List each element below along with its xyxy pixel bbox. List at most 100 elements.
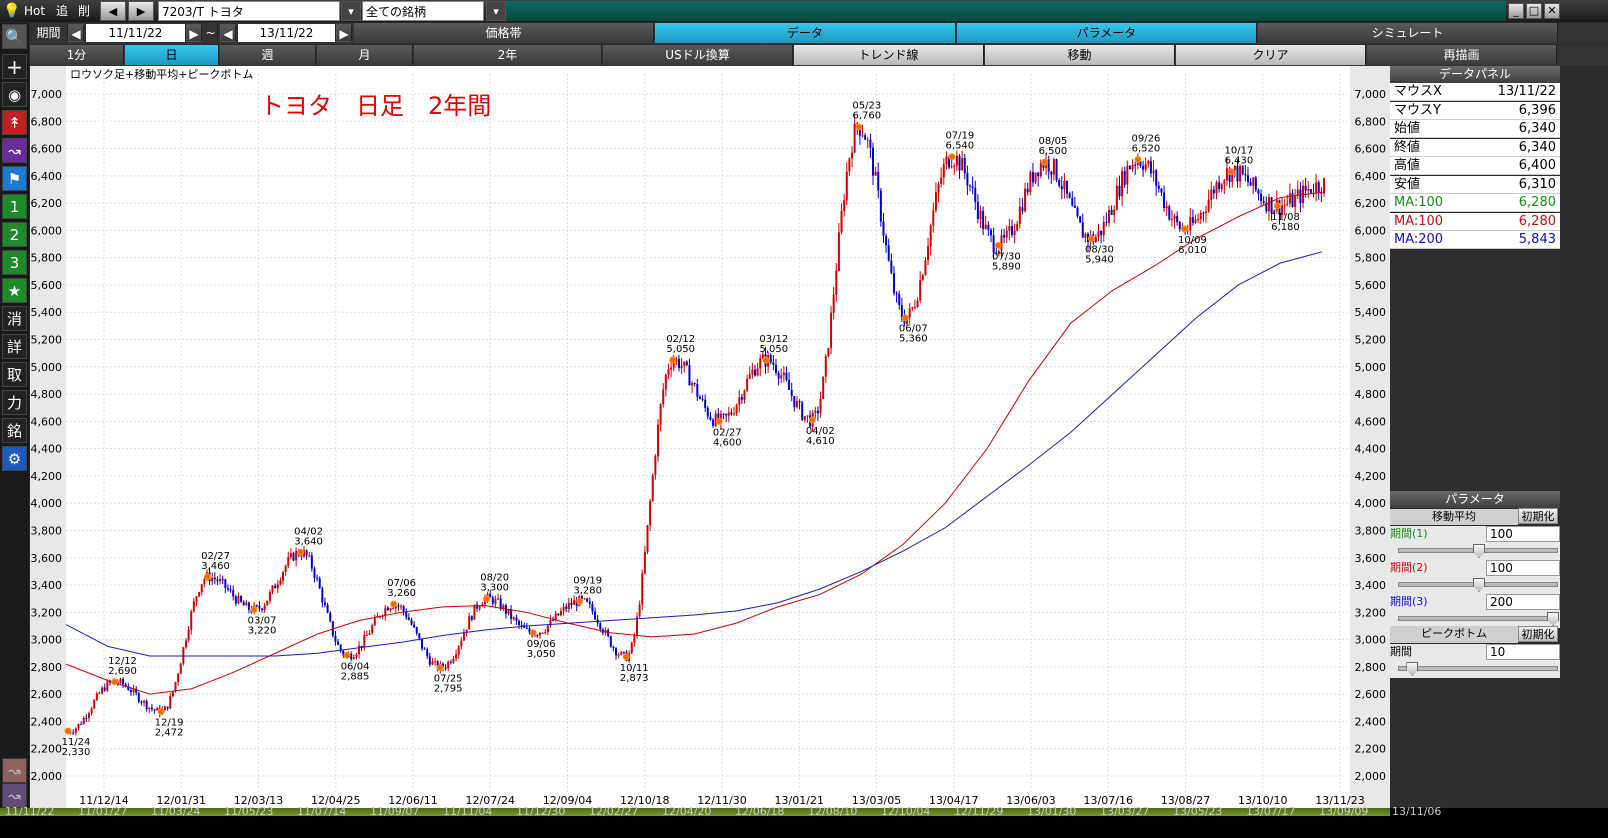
period2-input[interactable]: 100 [1486, 560, 1560, 576]
stock-button[interactable]: 銘 [2, 418, 27, 443]
candle-body [171, 691, 174, 697]
usd-convert-button[interactable]: USドル換算 [603, 45, 793, 65]
redraw-button[interactable]: 再描画 [1367, 45, 1557, 65]
to-date-input[interactable]: 13/11/22 [238, 24, 336, 42]
symbol-input[interactable]: 7203/T トヨタ [158, 1, 340, 21]
chart-area[interactable]: 7,000 6,800 6,600 6,400 6,200 6,000 5,800 5,600… [30, 66, 1390, 808]
timeline-date: 12/02/27 [589, 805, 639, 818]
prev-icon[interactable]: ◀ [100, 1, 126, 21]
candle-body [321, 588, 324, 603]
to-prev-icon[interactable]: ◀ [220, 24, 236, 42]
candle-body [740, 397, 743, 400]
bulb-icon[interactable]: 💡 [3, 1, 20, 21]
to-next-icon[interactable]: ▶ [336, 24, 352, 42]
move-button[interactable]: 移動 [985, 45, 1175, 65]
camera-icon[interactable]: ◉ [2, 82, 27, 107]
candle-body [261, 608, 264, 610]
area-chart-icon[interactable]: ↝ [2, 138, 27, 163]
timeline-date: 12/08/10 [808, 805, 858, 818]
chevron-down-icon[interactable]: ▾ [341, 1, 361, 21]
candle-body [1199, 212, 1202, 219]
candle-body [591, 603, 594, 612]
candle-body [974, 188, 977, 202]
plus-icon[interactable]: + [2, 54, 27, 79]
range-month[interactable]: 月 [317, 45, 413, 65]
candle-body [229, 589, 232, 591]
candle-body [428, 656, 431, 665]
chevron-down-icon[interactable]: ▾ [486, 1, 506, 21]
candle-body [892, 273, 895, 294]
next-icon[interactable]: ▶ [128, 1, 154, 21]
candle-body [263, 605, 266, 610]
candle-body [630, 642, 633, 654]
period1-slider[interactable] [1398, 544, 1558, 558]
ma-reset-button[interactable]: 初期化 [1518, 508, 1558, 524]
candle-body [607, 629, 610, 637]
candle-body [1157, 185, 1160, 189]
candle-body [696, 383, 699, 397]
peak-marker [1180, 225, 1188, 233]
trendline-button[interactable]: トレンド線 [794, 45, 984, 65]
period2-slider[interactable] [1398, 578, 1558, 592]
search-icon[interactable]: 🔍 [2, 24, 27, 49]
candle-body [1155, 170, 1158, 186]
fetch-button[interactable]: 取 [2, 362, 27, 387]
candle-body [1005, 230, 1008, 238]
power-button[interactable]: 力 [2, 390, 27, 415]
from-date-input[interactable]: 11/11/22 [86, 24, 186, 42]
erase-button[interactable]: 消 [2, 306, 27, 331]
star-icon[interactable]: ★ [2, 278, 27, 303]
candle-body [958, 155, 961, 171]
candle-body [895, 293, 898, 295]
maximize-icon[interactable]: □ [1526, 3, 1542, 19]
minimize-icon[interactable]: _ [1508, 3, 1524, 19]
range-1min[interactable]: 1分 [30, 45, 124, 65]
universe-select[interactable]: 全ての銘柄 [362, 1, 484, 21]
gear-icon[interactable]: ⚙ [2, 446, 27, 471]
peak-period-input[interactable]: 10 [1486, 644, 1560, 660]
y-tick-label: 6,800 [31, 115, 63, 128]
from-prev-icon[interactable]: ◀ [68, 24, 84, 42]
bottom-timeline[interactable]: 11/11/22 11/01/27 11/03/24 11/05/23 11/07/14… [0, 805, 1608, 838]
delete-button[interactable]: 削 [78, 1, 90, 21]
preset-1-button[interactable]: 1 [2, 194, 27, 219]
tab-price-band[interactable]: 価格帯 [354, 23, 654, 43]
period1-input[interactable]: 100 [1486, 526, 1560, 542]
clear-button[interactable]: クリア [1176, 45, 1366, 65]
candle-body [1031, 172, 1034, 183]
peak-period-slider[interactable] [1398, 662, 1558, 676]
preset-3-button[interactable]: 3 [2, 250, 27, 275]
preset-2-button[interactable]: 2 [2, 222, 27, 247]
candle-body [190, 611, 193, 630]
price-chart[interactable]: 7,000 6,800 6,600 6,400 6,200 6,000 5,800 5,600… [30, 66, 1390, 808]
range-2year[interactable]: 2年 [414, 45, 602, 65]
period3-slider[interactable] [1398, 612, 1559, 626]
candle-body [565, 606, 568, 610]
candle-body [1094, 237, 1097, 243]
tab-parameter[interactable]: パラメータ [957, 23, 1257, 43]
tab-data[interactable]: データ [655, 23, 956, 43]
candle-body [460, 640, 463, 647]
tab-simulate[interactable]: シミュレート [1258, 23, 1558, 43]
y-tick-label: 2,400 [31, 715, 63, 728]
hot-button[interactable]: Hot [24, 1, 45, 21]
candle-body [1013, 230, 1016, 236]
period3-input[interactable]: 200 [1486, 594, 1560, 610]
close-icon[interactable]: ✕ [1544, 3, 1560, 19]
line-chart-icon[interactable]: ↝ [2, 758, 27, 783]
data-row: MA:200 5,843 [1390, 231, 1560, 249]
candle-body [693, 383, 696, 385]
line-chart-icon[interactable]: ↟ [2, 110, 27, 135]
peak-reset-button[interactable]: 初期化 [1518, 626, 1558, 642]
range-day[interactable]: 日 [125, 45, 219, 65]
candle-body [1131, 164, 1134, 170]
flag-icon[interactable]: ⚑ [2, 166, 27, 191]
candle-body [638, 604, 641, 617]
detail-button[interactable]: 詳 [2, 334, 27, 359]
title-bar[interactable] [506, 1, 1506, 21]
peak-value-label: 3,280 [573, 585, 602, 596]
from-next-icon[interactable]: ▶ [186, 24, 202, 42]
candle-body [1021, 206, 1024, 212]
range-week[interactable]: 週 [220, 45, 316, 65]
add-button[interactable]: 追 [56, 1, 68, 21]
